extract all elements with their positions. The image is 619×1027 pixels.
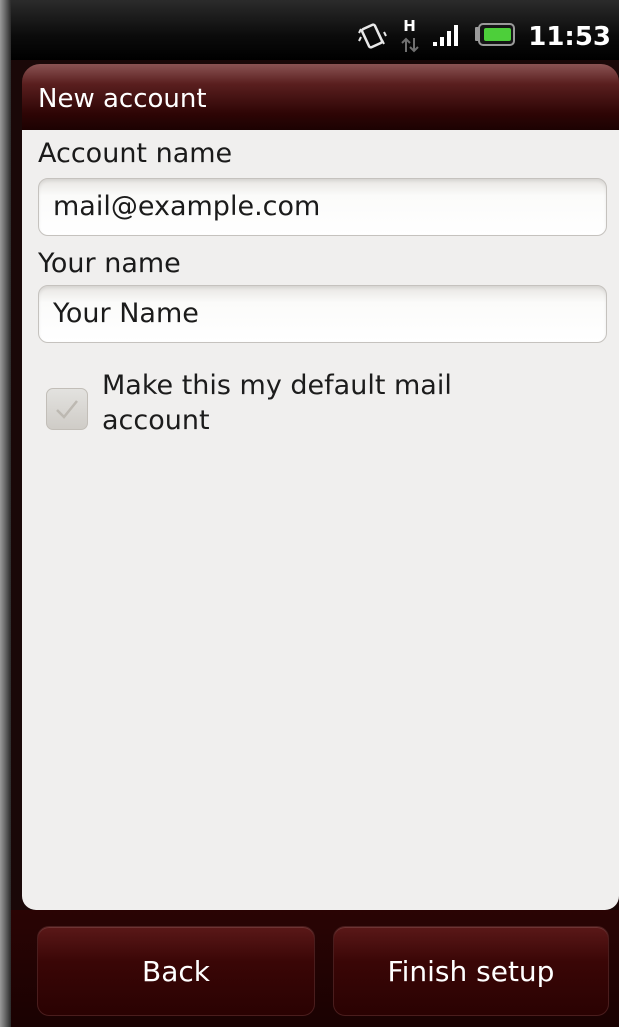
status-bar: H 11:53 <box>11 0 619 60</box>
account-name-field[interactable]: mail@example.com <box>38 178 607 236</box>
default-account-label[interactable]: Make this my default mail account <box>102 368 542 438</box>
finish-setup-button[interactable]: Finish setup <box>333 926 609 1016</box>
battery-icon <box>474 23 516 51</box>
vibrate-icon <box>358 20 388 54</box>
clock-time: 11:53 <box>528 22 611 52</box>
bottom-button-bar: Back Finish setup <box>11 910 619 1027</box>
back-button[interactable]: Back <box>37 926 315 1016</box>
account-name-label: Account name <box>38 138 233 169</box>
title-bar: New account <box>22 64 619 130</box>
default-account-checkbox[interactable] <box>46 388 88 430</box>
network-type-text: H <box>403 17 416 35</box>
your-name-field[interactable]: Your Name <box>38 285 607 343</box>
your-name-label: Your name <box>38 248 181 279</box>
checkmark-icon <box>56 400 78 419</box>
status-icons: H 11:53 <box>358 17 611 54</box>
account-form: Account name mail@example.com Your name … <box>22 130 619 910</box>
signal-icon <box>432 23 462 51</box>
network-activity-icon: H <box>400 17 420 53</box>
device-frame-edge <box>0 0 11 1027</box>
page-title: New account <box>38 84 207 114</box>
